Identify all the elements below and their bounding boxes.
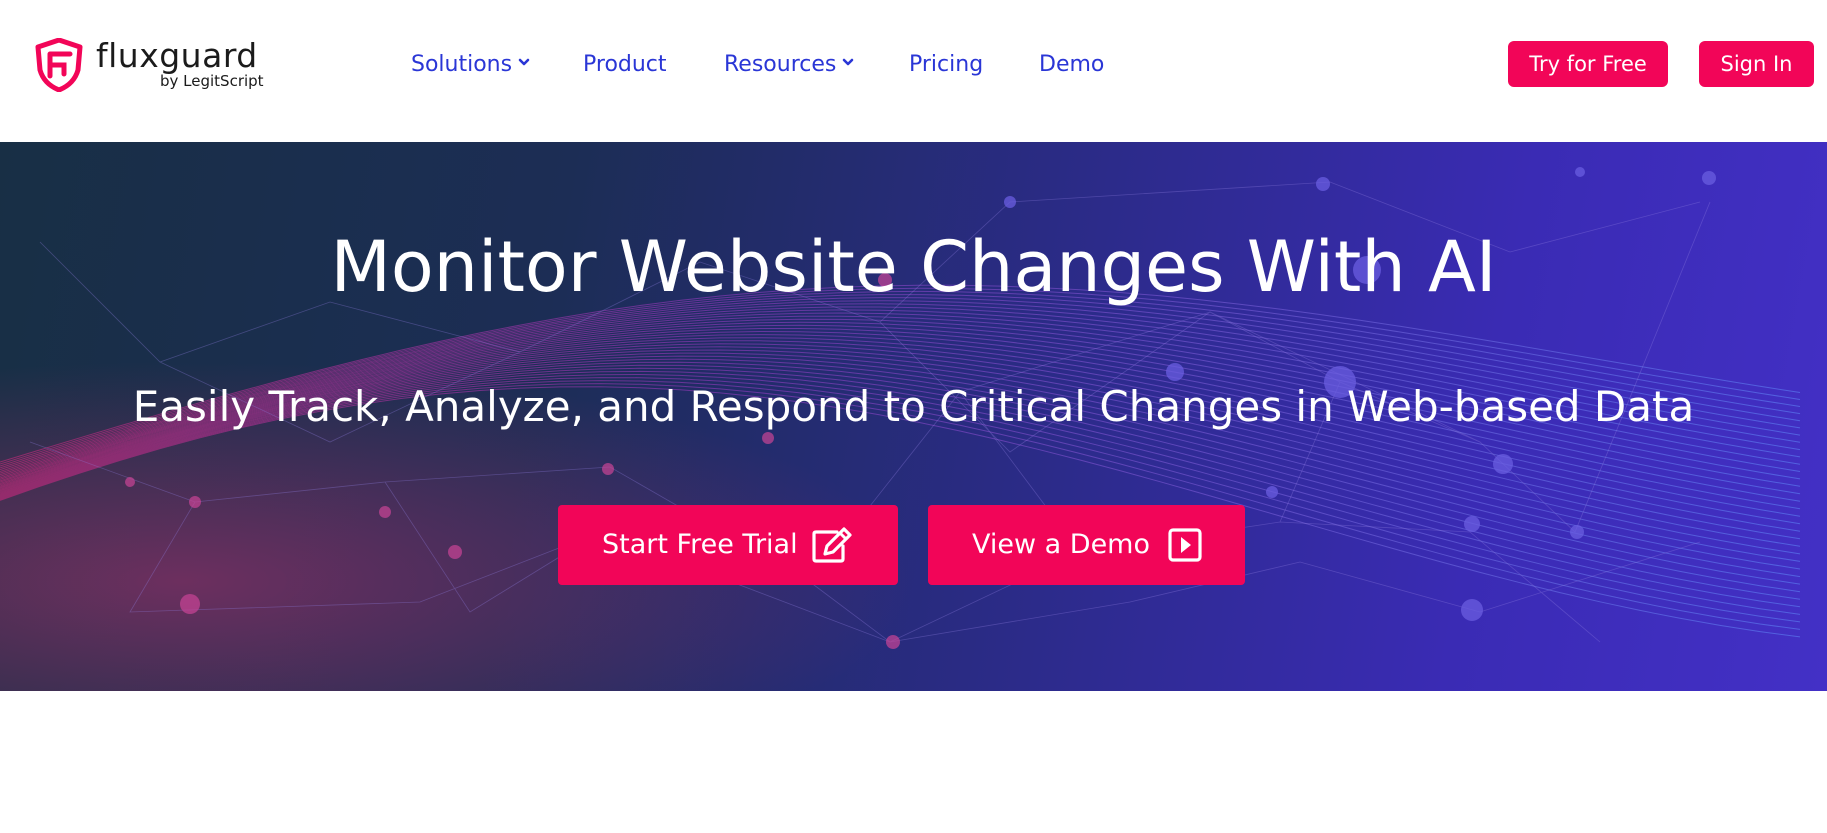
nav-pricing-label: Pricing bbox=[909, 52, 984, 77]
view-a-demo-button[interactable]: View a Demo bbox=[928, 505, 1245, 585]
nav-solutions-label: Solutions bbox=[411, 52, 513, 77]
sign-in-button[interactable]: Sign In bbox=[1699, 41, 1814, 87]
nav-pricing[interactable]: Pricing bbox=[909, 48, 983, 82]
nav-product-label: Product bbox=[583, 52, 667, 77]
hero-section: Monitor Website Changes With AI Easily T… bbox=[0, 142, 1827, 691]
logo-wordmark: fluxguard bbox=[96, 36, 258, 75]
nav-product[interactable]: Product bbox=[583, 48, 667, 82]
chevron-down-icon bbox=[843, 58, 854, 66]
chevron-down-icon bbox=[518, 58, 530, 66]
view-a-demo-label: View a Demo bbox=[972, 529, 1151, 560]
start-free-trial-button[interactable]: Start Free Trial bbox=[558, 505, 898, 585]
nav-resources-label: Resources bbox=[724, 52, 837, 77]
start-free-trial-label: Start Free Trial bbox=[602, 529, 798, 560]
fluxguard-shield-icon bbox=[35, 38, 83, 92]
nav-resources[interactable]: Resources bbox=[724, 48, 854, 82]
hero-title: Monitor Website Changes With AI bbox=[330, 226, 1497, 308]
try-for-free-button[interactable]: Try for Free bbox=[1508, 41, 1668, 87]
edit-icon bbox=[812, 527, 852, 563]
hero-subtitle: Easily Track, Analyze, and Respond to Cr… bbox=[132, 382, 1695, 431]
nav-demo[interactable]: Demo bbox=[1039, 48, 1104, 82]
nav-solutions[interactable]: Solutions bbox=[411, 48, 530, 82]
nav-demo-label: Demo bbox=[1039, 52, 1105, 77]
logo-byline: by LegitScript bbox=[160, 72, 264, 90]
play-icon bbox=[1168, 528, 1202, 562]
site-header: fluxguard by LegitScript Solutions Produ… bbox=[0, 0, 1827, 142]
fluxguard-logo[interactable]: fluxguard by LegitScript bbox=[34, 36, 274, 96]
